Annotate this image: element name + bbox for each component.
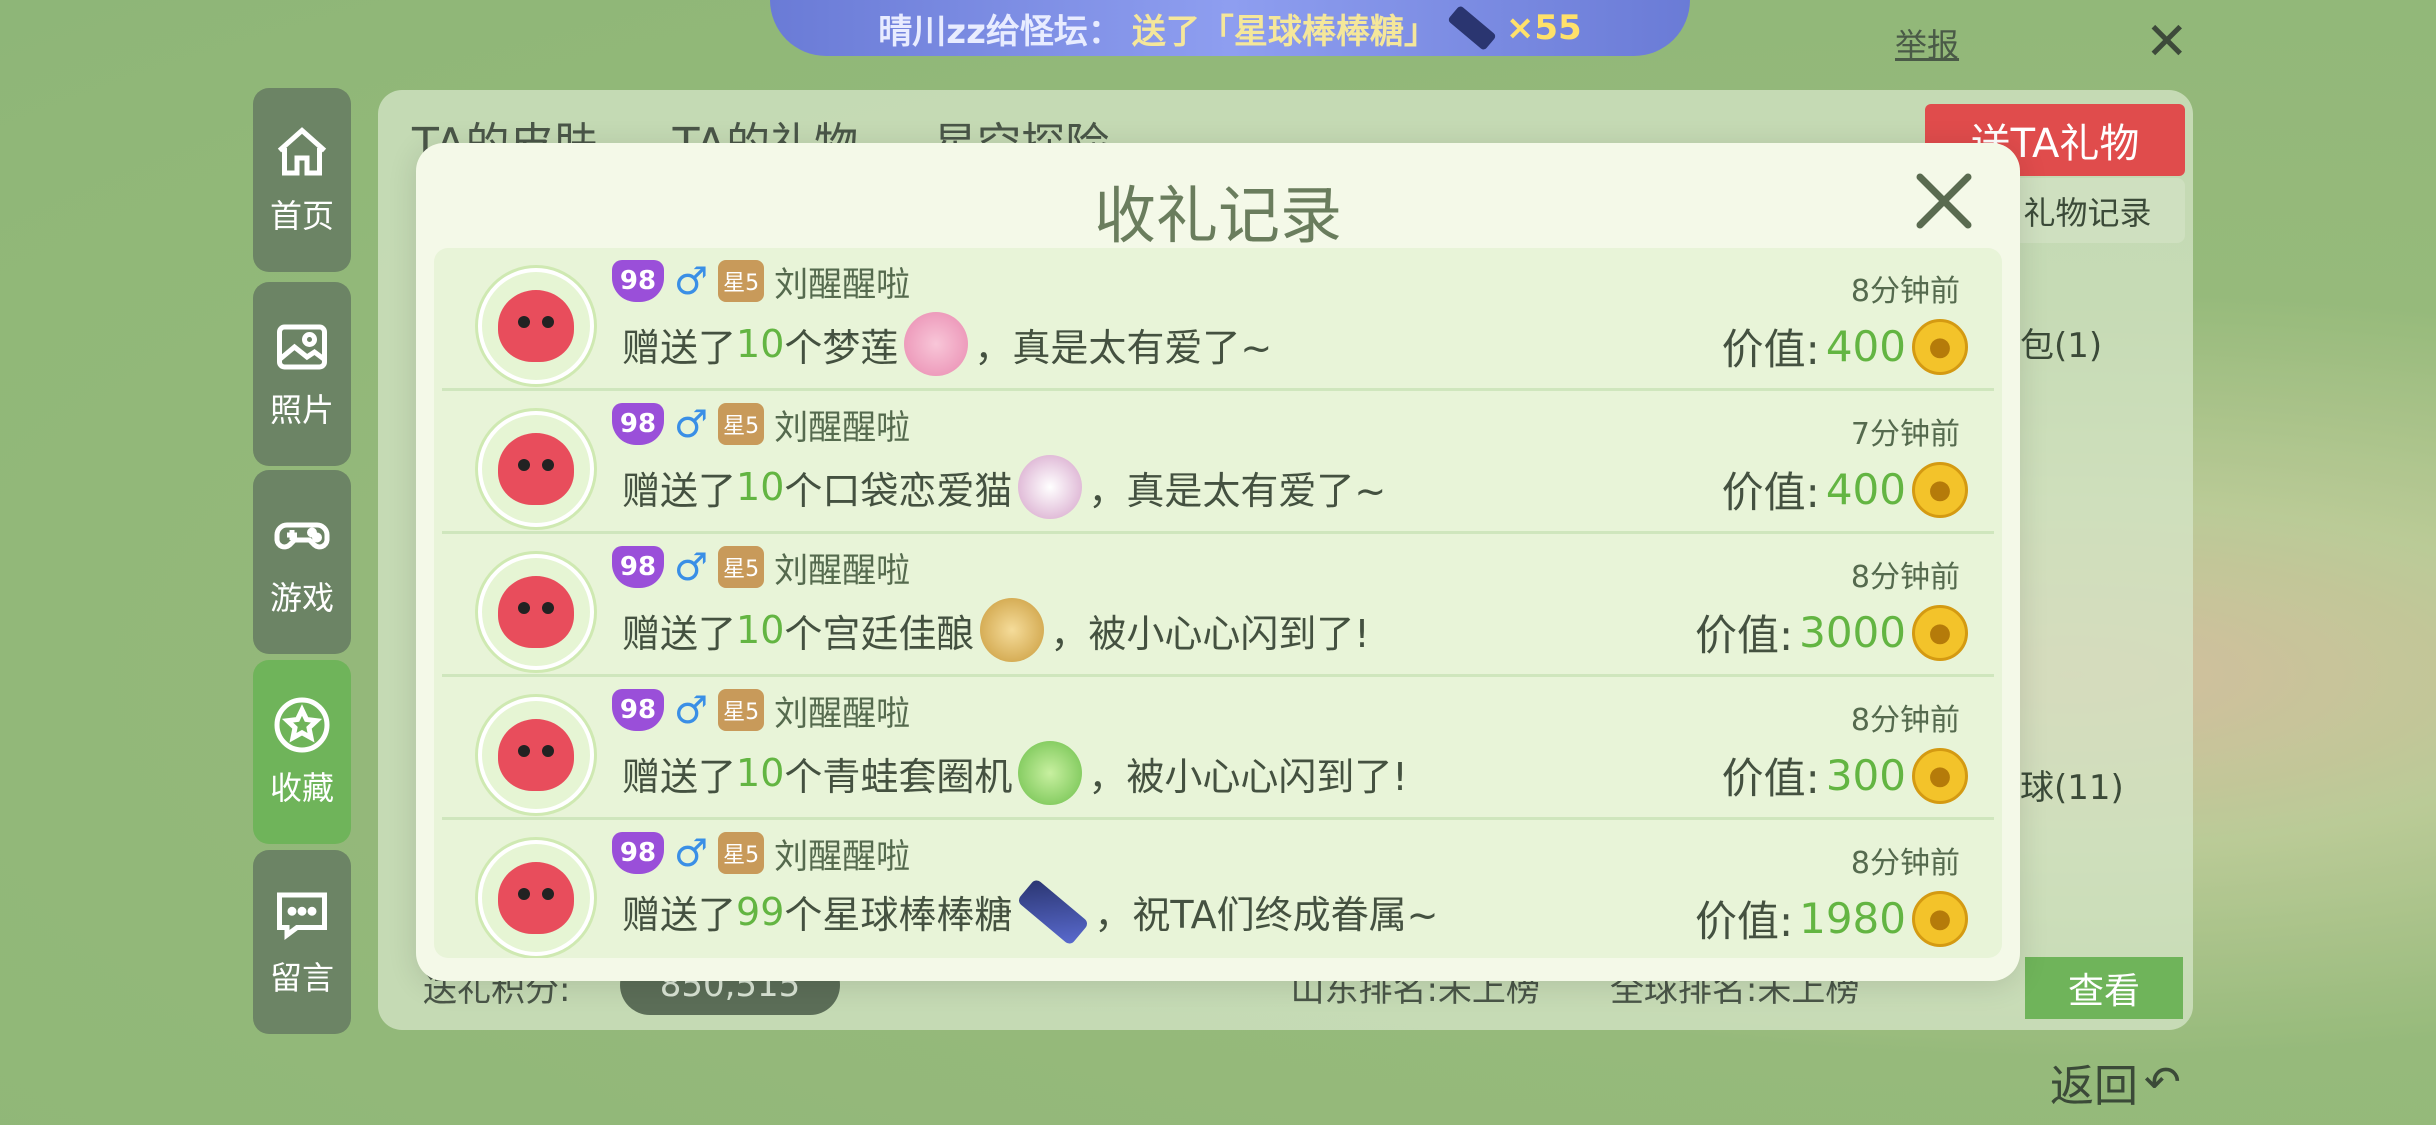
cat-capsule-gift-icon	[1018, 455, 1083, 519]
male-icon: ♂	[674, 688, 709, 732]
lotus-gift-icon	[904, 312, 969, 376]
list-item: 98 ♂ 星5 刘醒醒啦 赠送了 10 个青蛙套圈机 ，被小心心闪到了! 8分钟前 …	[442, 677, 1994, 820]
back-label: 返回	[2050, 1061, 2138, 1112]
level-badge: 98	[612, 546, 664, 588]
username[interactable]: 刘醒醒啦	[774, 829, 910, 878]
star-rank-icon: 星5	[718, 260, 765, 302]
male-icon: ♂	[674, 831, 709, 875]
timestamp: 8分钟前	[1850, 703, 1960, 738]
nav-favorites[interactable]: 收藏	[253, 660, 351, 844]
nav-message[interactable]: 留言	[253, 850, 351, 1034]
avatar[interactable]	[478, 411, 594, 527]
star-icon	[274, 697, 330, 753]
coin-icon: ●	[1912, 890, 1968, 947]
message-icon	[277, 892, 327, 940]
nav-label: 收藏	[269, 769, 334, 807]
level-badge: 98	[612, 260, 664, 302]
nav-home[interactable]: 首页	[253, 88, 351, 272]
level-badge: 98	[612, 403, 664, 445]
star-rank-icon: 星5	[718, 546, 765, 588]
close-icon[interactable]: ✕	[2145, 16, 2189, 68]
side-item-label: 包(1)	[2020, 326, 2103, 366]
banner-text: 送了「星球棒棒糖」	[1131, 11, 1438, 52]
nav-label: 留言	[269, 959, 334, 997]
dialog-title: 收礼记录	[1093, 179, 1342, 252]
list-item: 98 ♂ 星5 刘醒醒啦 赠送了 99 个星球棒棒糖 ，祝TA们终成眷属~ 8分钟前…	[442, 820, 1994, 958]
timestamp: 8分钟前	[1850, 274, 1960, 309]
report-link[interactable]: 举报	[1895, 20, 1959, 66]
level-badge: 98	[612, 689, 664, 731]
avatar[interactable]	[478, 554, 594, 670]
back-button[interactable]: 返回 ↶	[2050, 1050, 2181, 1114]
gift-value: 价值: 400 ●	[1722, 316, 1968, 377]
level-badge: 98	[612, 832, 664, 874]
gift-value: 价值: 300 ●	[1722, 745, 1968, 806]
nav-label: 游戏	[269, 579, 334, 617]
gift-value: 价值: 3000 ●	[1695, 602, 1968, 663]
male-icon: ♂	[674, 402, 709, 446]
nav-photo[interactable]: 照片	[253, 282, 351, 466]
coin-icon: ●	[1912, 604, 1968, 661]
avatar[interactable]	[478, 840, 594, 956]
gift-message: 赠送了 10 个青蛙套圈机 ，被小心心闪到了!	[622, 741, 1408, 805]
gift-record-dialog: 收礼记录 98 ♂ 星5 刘醒醒啦 赠送了 10 个梦莲 ，真是太有爱了~ 8分钟前…	[416, 143, 2020, 981]
gift-message: 赠送了 10 个口袋恋爱猫 ，真是太有爱了~	[622, 455, 1386, 519]
coin-icon: ●	[1912, 747, 1968, 804]
photo-icon	[277, 324, 327, 370]
back-arrow-icon: ↶	[2144, 1056, 2181, 1108]
nav-label: 照片	[269, 391, 334, 429]
close-icon[interactable]	[1904, 161, 1984, 241]
view-button[interactable]: 查看	[2025, 957, 2183, 1019]
nav-game[interactable]: 游戏	[253, 470, 351, 654]
timestamp: 8分钟前	[1850, 560, 1960, 595]
banner-count: ×55	[1505, 8, 1582, 48]
side-item-label: 球(11)	[2020, 768, 2124, 808]
gift-message: 赠送了 10 个梦莲 ，真是太有爱了~	[622, 312, 1272, 376]
avatar[interactable]	[478, 268, 594, 384]
username[interactable]: 刘醒醒啦	[774, 543, 910, 592]
username[interactable]: 刘醒醒啦	[774, 400, 910, 449]
gift-value: 价值: 1980 ●	[1695, 888, 1968, 949]
male-icon: ♂	[674, 545, 709, 589]
star-rank-icon: 星5	[718, 689, 765, 731]
timestamp: 8分钟前	[1850, 846, 1960, 881]
frog-machine-gift-icon	[1018, 741, 1083, 805]
lollipop-icon	[1447, 4, 1497, 52]
gift-record-list[interactable]: 98 ♂ 星5 刘醒醒啦 赠送了 10 个梦莲 ，真是太有爱了~ 8分钟前 价值: 4…	[434, 248, 2002, 958]
coin-icon: ●	[1912, 461, 1968, 518]
timestamp: 7分钟前	[1850, 417, 1960, 452]
star-rank-icon: 星5	[718, 403, 765, 445]
banner-sender: 晴川zz给怪坛：	[878, 11, 1122, 52]
avatar[interactable]	[478, 697, 594, 813]
star-rank-icon: 星5	[718, 832, 765, 874]
gamepad-icon	[274, 522, 330, 550]
list-item: 98 ♂ 星5 刘醒醒啦 赠送了 10 个梦莲 ，真是太有爱了~ 8分钟前 价值: 4…	[442, 248, 1994, 391]
gift-value: 价值: 400 ●	[1722, 459, 1968, 520]
list-item: 98 ♂ 星5 刘醒醒啦 赠送了 10 个宫廷佳酿 ，被小心心闪到了! 8分钟前 价…	[442, 534, 1994, 677]
username[interactable]: 刘醒醒啦	[774, 257, 910, 306]
nav-label: 首页	[269, 197, 334, 235]
home-icon	[277, 127, 327, 176]
username[interactable]: 刘醒醒啦	[774, 686, 910, 735]
wine-jug-gift-icon	[980, 598, 1045, 662]
coin-icon: ●	[1912, 318, 1968, 375]
list-item: 98 ♂ 星5 刘醒醒啦 赠送了 10 个口袋恋爱猫 ，真是太有爱了~ 7分钟前 价…	[442, 391, 1994, 534]
gift-message: 赠送了 10 个宫廷佳酿 ，被小心心闪到了!	[622, 598, 1370, 662]
gift-broadcast-banner: 晴川zz给怪坛： 送了「星球棒棒糖」 ×55	[770, 0, 1690, 56]
lollipop-gift-icon	[1016, 877, 1090, 946]
male-icon: ♂	[674, 259, 709, 303]
gift-message: 赠送了 99 个星球棒棒糖 ，祝TA们终成眷属~	[622, 877, 1439, 946]
